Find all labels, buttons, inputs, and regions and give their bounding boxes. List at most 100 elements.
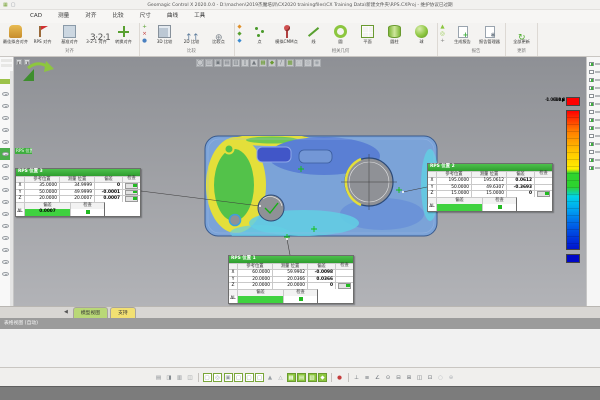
ribbon-button[interactable]: ⊕ 比较点 xyxy=(205,24,232,44)
ribbon-button[interactable]: 线 xyxy=(300,24,327,44)
view-tool-icon[interactable]: ▩ xyxy=(286,59,294,67)
visibility-eye-icon[interactable] xyxy=(2,260,9,265)
model-tree-panel[interactable]: RPS 对齐 xyxy=(0,57,14,306)
view-tool-icon[interactable]: ▤ xyxy=(223,59,231,67)
display-options-panel[interactable] xyxy=(586,57,600,306)
status-tool-icon[interactable]: ⊙ xyxy=(384,373,393,382)
ribbon-button[interactable]: 模拟CMM点 xyxy=(273,24,300,44)
mini-tool-icon[interactable]: + xyxy=(438,38,447,45)
status-tool-icon[interactable] xyxy=(198,373,199,382)
status-tool-icon[interactable]: ▤ xyxy=(154,373,163,382)
menu-item[interactable]: 工具 xyxy=(186,10,213,23)
ribbon-button[interactable]: 最佳拟合对齐 xyxy=(2,24,29,44)
status-tool-icon[interactable]: ▢ xyxy=(234,373,243,382)
view-tab[interactable]: 模型视图 xyxy=(73,307,108,318)
status-tool-icon[interactable]: ▦ xyxy=(287,373,296,382)
rps-annotation-table-1[interactable]: RPS 位置 1 参考位置 测量 位置 偏差 检查 X 60.0000 59.9… xyxy=(228,255,354,304)
view-tool-icon[interactable]: ◉ xyxy=(313,59,321,67)
menu-item[interactable]: 比较 xyxy=(104,10,131,23)
status-tool-icon[interactable]: ▢ xyxy=(245,373,254,382)
view-tool-icon[interactable]: ▥ xyxy=(232,59,240,67)
status-tool-icon[interactable] xyxy=(331,373,332,382)
ribbon-button[interactable]: 平面 xyxy=(354,24,381,44)
checkbox[interactable] xyxy=(589,126,594,131)
status-tool-icon[interactable]: ▣ xyxy=(224,373,233,382)
view-tool-icon[interactable]: ◆ xyxy=(268,59,276,67)
view-tool-icon[interactable]: ◎ xyxy=(304,59,312,67)
3d-viewport[interactable]: ◧◨ ◯◫▣▤▥▯▲▦◆/▩◌◎◉ RPS 位置 3 1.0000 xyxy=(14,57,586,306)
status-tool-icon[interactable]: ⊕ xyxy=(447,373,456,382)
pin-hole-bottom-left[interactable] xyxy=(230,215,241,226)
collapse-tabs-button[interactable]: ◀ xyxy=(64,307,68,318)
annotation-mini-tag[interactable]: RPS 位置 3 xyxy=(15,148,32,154)
ribbon-button[interactable]: 圆 xyxy=(327,24,354,44)
view-tool-icon[interactable]: ▯ xyxy=(241,59,249,67)
visibility-eye-icon[interactable] xyxy=(2,236,9,241)
mini-tool-icon[interactable]: ◆ xyxy=(235,24,244,31)
checkbox[interactable] xyxy=(589,158,594,163)
view-tool-icon[interactable]: ▣ xyxy=(214,59,222,67)
checkbox[interactable] xyxy=(589,86,594,91)
slot-feature-left[interactable] xyxy=(257,147,291,162)
menu-item[interactable]: CAD xyxy=(22,10,50,23)
view-tool-icon[interactable]: ◯ xyxy=(196,59,204,67)
visibility-eye-icon[interactable] xyxy=(2,104,9,109)
view-tool-icon[interactable]: ◌ xyxy=(295,59,303,67)
panel-header[interactable]: 表格视图 (自动) xyxy=(0,318,600,329)
menu-item[interactable]: 曲线 xyxy=(159,10,186,23)
visibility-eye-icon[interactable] xyxy=(2,272,9,277)
status-tool-icon[interactable]: ⊞ xyxy=(405,373,414,382)
ribbon-button[interactable]: RPS 对齐 xyxy=(29,24,56,44)
visibility-eye-icon[interactable] xyxy=(2,200,9,205)
status-tool-icon[interactable] xyxy=(348,373,349,382)
slot-feature-right[interactable] xyxy=(299,150,332,163)
small-hole-feature[interactable] xyxy=(258,195,284,221)
ribbon-button[interactable]: 球 xyxy=(408,24,435,44)
mini-tool-icon[interactable]: ◎ xyxy=(438,31,447,38)
ribbon-button[interactable]: 转换对齐 xyxy=(110,24,137,44)
ribbon-button[interactable]: 基准对齐 xyxy=(56,24,83,44)
visibility-eye-icon[interactable] xyxy=(2,152,9,157)
visibility-eye-icon[interactable] xyxy=(2,140,9,145)
ribbon-button[interactable]: 3D 比较 xyxy=(151,24,178,44)
view-tab[interactable]: 支持 xyxy=(110,307,136,318)
checkbox[interactable] xyxy=(589,94,594,99)
checkbox[interactable] xyxy=(589,78,594,83)
stage-navigation-arrow-icon[interactable] xyxy=(19,58,57,84)
status-tool-icon[interactable]: ∠ xyxy=(373,373,382,382)
checkbox[interactable] xyxy=(589,134,594,139)
mini-tool-icon[interactable]: × xyxy=(140,31,149,38)
status-tool-icon[interactable]: ▧ xyxy=(308,373,317,382)
status-tool-icon[interactable]: ◫ xyxy=(415,373,424,382)
status-tool-icon[interactable]: ≡ xyxy=(363,373,372,382)
menu-item[interactable]: 尺寸 xyxy=(132,10,159,23)
view-tool-icon[interactable]: / xyxy=(277,59,285,67)
checkbox[interactable] xyxy=(589,70,594,75)
status-tool-icon[interactable]: ◨ xyxy=(165,373,174,382)
checkbox[interactable] xyxy=(589,110,594,115)
view-tool-icon[interactable]: ◫ xyxy=(205,59,213,67)
checkbox[interactable] xyxy=(589,102,594,107)
status-tool-icon[interactable]: ⊡ xyxy=(426,373,435,382)
status-tool-icon[interactable]: ○ xyxy=(436,373,445,382)
checkbox[interactable] xyxy=(589,150,594,155)
visibility-eye-icon[interactable] xyxy=(2,92,9,97)
status-tool-icon[interactable]: ◎ xyxy=(213,373,222,382)
mini-tool-icon[interactable]: + xyxy=(140,24,149,31)
status-tool-icon[interactable]: ▲ xyxy=(266,373,275,382)
status-tool-icon[interactable]: ⊥ xyxy=(352,373,361,382)
visibility-eye-icon[interactable] xyxy=(2,176,9,181)
view-tool-icon[interactable]: ▲ xyxy=(250,59,258,67)
status-tool-icon[interactable]: ⊟ xyxy=(394,373,403,382)
checkbox[interactable] xyxy=(589,62,594,67)
visibility-eye-icon[interactable] xyxy=(2,248,9,253)
visibility-eye-icon[interactable] xyxy=(2,188,9,193)
status-tool-icon[interactable]: ● xyxy=(335,373,344,382)
visibility-eye-icon[interactable] xyxy=(2,116,9,121)
rps-annotation-table-3[interactable]: RPS 位置 3 参考位置 测量 位置 偏差 检查 X 35.0000 34.9… xyxy=(15,168,141,217)
ribbon-button[interactable]: 点 xyxy=(246,24,273,44)
visibility-eye-icon[interactable] xyxy=(2,224,9,229)
status-tool-icon[interactable]: △ xyxy=(276,373,285,382)
ribbon-button[interactable]: 圆柱 xyxy=(381,24,408,44)
menu-item[interactable]: 测量 xyxy=(50,10,77,23)
